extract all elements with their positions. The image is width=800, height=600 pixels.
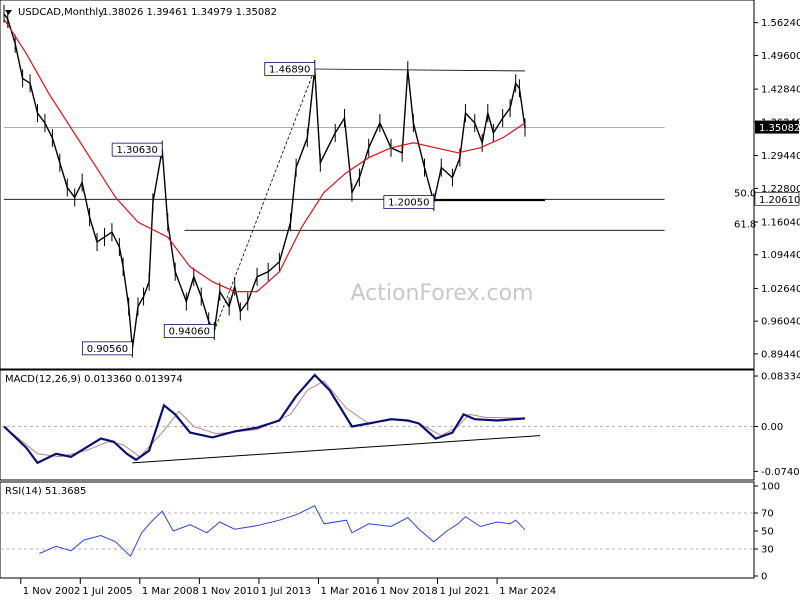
macd-ytick-label-2: -0.074026: [761, 467, 800, 478]
price-ytick-label-1: 1.49600: [761, 51, 800, 62]
fib-50-tag: 1.20610: [759, 195, 800, 206]
time-tick-label-4: 1 Jul 2013: [261, 586, 311, 597]
price-ytick-label-10: 0.89440: [761, 349, 800, 360]
rsi-panel-frame: [0, 481, 755, 579]
price-ytick-label-4: 1.29440: [761, 151, 800, 162]
rsi-ytick-label-3: 30: [761, 545, 774, 556]
macd-panel-frame: [0, 369, 755, 481]
time-tick-label-5: 1 Mar 2016: [320, 586, 377, 597]
macd-title: MACD(12,26,9) 0.013360 0.013974: [5, 374, 183, 385]
macd-panel: MACD(12,26,9) 0.013360 0.013974 0.083344…: [0, 369, 800, 481]
annotation-label-0: 1.46890: [269, 65, 310, 76]
rsi-ytick-label-2: 50: [761, 527, 774, 538]
current-price-tag: 1.35082: [759, 123, 800, 134]
price-axis: 1.562401.496001.428401.362401.294401.228…: [754, 18, 800, 360]
fib-50-label: 50.0: [734, 188, 756, 199]
ohlc-values: 1.38026 1.39461 1.34979 1.35082: [102, 7, 277, 18]
annotation-label-1: 1.30630: [116, 145, 157, 156]
usdcad-monthly-chart: USDCAD,Monthly 1.38026 1.39461 1.34979 1…: [0, 0, 800, 597]
symbol-title: USDCAD,Monthly: [18, 7, 104, 18]
rsi-title: RSI(14) 51.3685: [5, 486, 86, 497]
time-tick-label-2: 1 Mar 2008: [142, 586, 199, 597]
rsi-ytick-label-1: 70: [761, 509, 774, 520]
rsi-axis: 100 70 50 30 0: [754, 482, 780, 583]
time-tick-label-1: 1 Jul 2005: [82, 586, 132, 597]
annotation-label-2: 1.20050: [388, 198, 429, 209]
price-panel-frame: [0, 0, 755, 370]
watermark: ActionForex.com: [351, 281, 534, 306]
fib-61.8-label: 61.8: [734, 219, 756, 230]
time-tick-label-7: 1 Jul 2021: [440, 586, 490, 597]
price-ytick-label-9: 0.96040: [761, 317, 800, 328]
macd-axis: 0.083344 0.00 -0.074026: [754, 372, 800, 478]
price-ytick-label-7: 1.09440: [761, 250, 800, 261]
time-tick-label-0: 1 Nov 2002: [23, 586, 81, 597]
rsi-ytick-label-4: 0: [761, 572, 767, 583]
annotation-label-4: 0.90560: [87, 344, 128, 355]
time-tick-label-3: 1 Nov 2010: [201, 586, 259, 597]
annotation-label-3: 0.94060: [169, 326, 210, 337]
price-ytick-label-6: 1.16040: [761, 217, 800, 228]
rsi-panel: RSI(14) 51.3685 100 70 50 30 0: [0, 481, 780, 583]
macd-ytick-label-0: 0.083344: [761, 372, 800, 383]
rsi-ytick-label-0: 100: [761, 482, 780, 493]
price-ytick-label-0: 1.56240: [761, 18, 800, 29]
price-ytick-label-2: 1.42840: [761, 85, 800, 96]
time-tick-label-8: 1 Mar 2024: [499, 586, 556, 597]
price-ytick-label-8: 1.02640: [761, 284, 800, 295]
price-panel: USDCAD,Monthly 1.38026 1.39461 1.34979 1…: [0, 0, 800, 370]
macd-ytick-label-1: 0.00: [761, 422, 783, 433]
time-tick-label-6: 1 Nov 2018: [380, 586, 438, 597]
time-axis: 1 Nov 2002 1 Jul 2005 1 Mar 2008 1 Nov 2010…: [20, 578, 556, 597]
